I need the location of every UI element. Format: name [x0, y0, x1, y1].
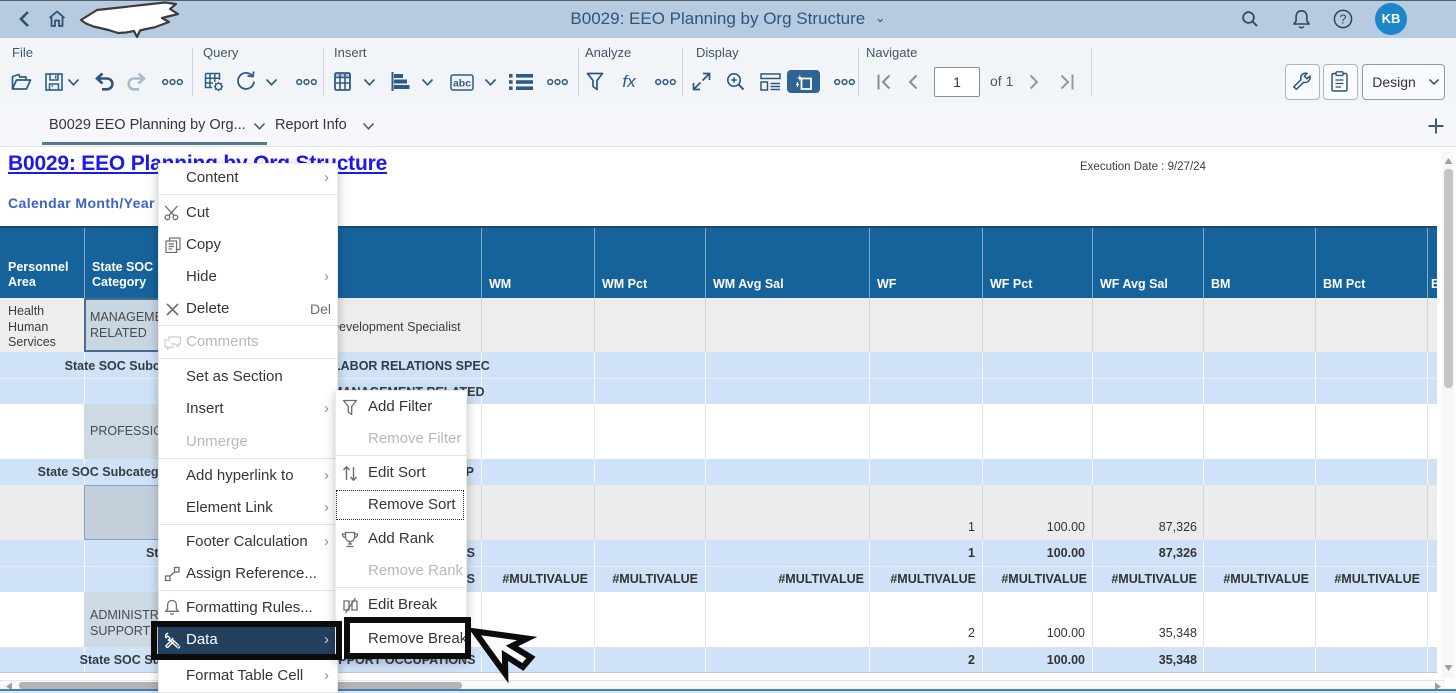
svg-text:fx: fx: [622, 72, 636, 91]
svg-text:abc: abc: [453, 77, 471, 89]
svg-text:?: ?: [1340, 12, 1347, 26]
